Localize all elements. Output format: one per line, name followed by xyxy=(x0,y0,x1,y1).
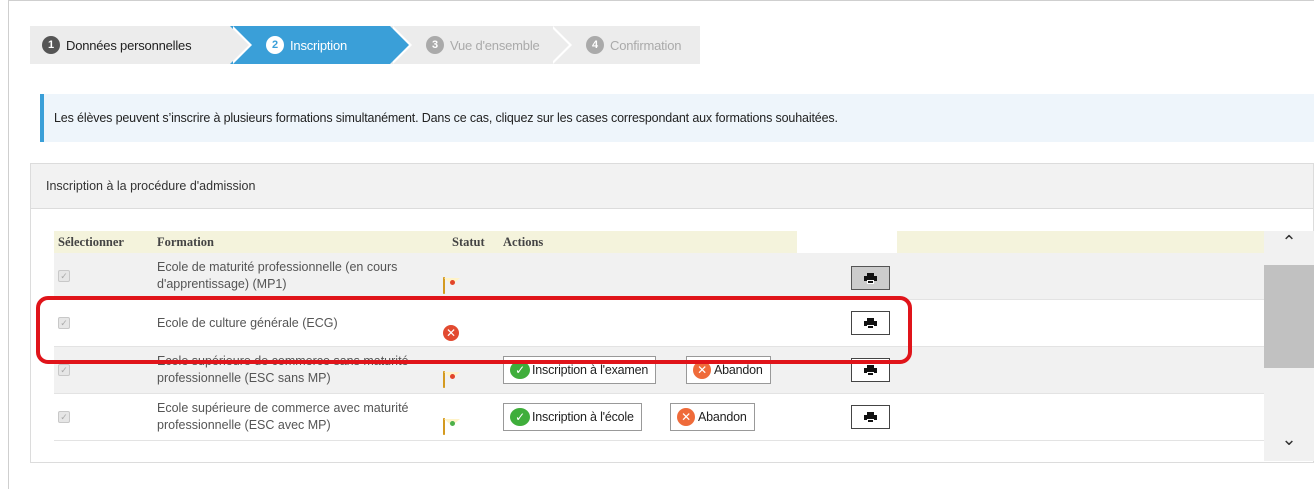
print-button[interactable] xyxy=(851,405,890,429)
formation-name: Ecole de maturité professionnelle (en co… xyxy=(157,260,398,291)
chevron-up-icon[interactable]: ⌃ xyxy=(1264,231,1314,253)
wizard-step-overview[interactable]: 3 Vue d'ensemble xyxy=(390,26,572,64)
select-checkbox[interactable]: ✓ xyxy=(58,411,70,423)
info-banner: Les élèves peuvent s’inscrire à plusieur… xyxy=(40,94,1314,142)
printer-icon xyxy=(864,364,877,376)
step-label: Vue d'ensemble xyxy=(450,37,540,53)
wizard-step-inscription[interactable]: 2 Inscription xyxy=(230,26,412,64)
close-icon: ✕ xyxy=(677,408,695,426)
scrollbar-thumb[interactable] xyxy=(1264,265,1314,368)
step-label: Inscription xyxy=(290,37,348,53)
table-row: ✓ Ecole de maturité professionnelle (en … xyxy=(54,253,1264,300)
step-number: 1 xyxy=(42,36,60,54)
step-number: 4 xyxy=(586,36,604,54)
column-header-status: Statut xyxy=(452,234,485,249)
column-header-actions: Actions xyxy=(503,234,544,249)
wizard-steps: 1 Données personnelles 2 Inscription 3 V… xyxy=(30,26,700,64)
info-text: Les élèves peuvent s’inscrire à plusieur… xyxy=(54,111,838,125)
table-header: Sélectionner Formation Statut Actions xyxy=(54,231,1264,253)
chevron-down-icon[interactable]: ⌄ xyxy=(1264,428,1314,450)
check-circle-icon: ✓ xyxy=(510,408,530,426)
wizard-step-personal-data[interactable]: 1 Données personnelles xyxy=(30,26,252,64)
printer-icon xyxy=(864,272,877,284)
button-label: Inscription à l'examen xyxy=(532,363,649,377)
formation-name: Ecole supérieure de commerce avec maturi… xyxy=(157,401,409,432)
printer-icon xyxy=(864,411,877,423)
table-row: ✓ Ecole supérieure de commerce avec matu… xyxy=(54,394,1264,441)
panel-title: Inscription à la procédure d'admission xyxy=(31,164,1313,209)
wizard-step-confirmation[interactable]: 4 Confirmation xyxy=(550,26,700,64)
abandon-button[interactable]: ✕ Abandon xyxy=(670,403,755,431)
select-checkbox[interactable]: ✓ xyxy=(58,270,70,282)
step-label: Données personnelles xyxy=(66,37,192,53)
envelope-green-icon xyxy=(443,418,461,435)
button-label: Abandon xyxy=(714,363,763,377)
print-button[interactable] xyxy=(851,266,890,290)
step-number: 2 xyxy=(266,36,284,54)
envelope-red-icon xyxy=(443,277,461,294)
button-label: Abandon xyxy=(698,410,747,424)
step-number: 3 xyxy=(426,36,444,54)
button-label: Inscription à l'école xyxy=(532,410,634,424)
highlight-annotation xyxy=(36,296,912,364)
column-header-formation: Formation xyxy=(157,234,214,249)
register-school-button[interactable]: ✓ Inscription à l'école xyxy=(503,403,642,431)
column-header-select: Sélectionner xyxy=(58,234,124,249)
select-checkbox[interactable]: ✓ xyxy=(58,364,70,376)
step-label: Confirmation xyxy=(610,37,682,53)
envelope-red-icon xyxy=(443,371,461,388)
header-blank-cell xyxy=(797,231,897,253)
